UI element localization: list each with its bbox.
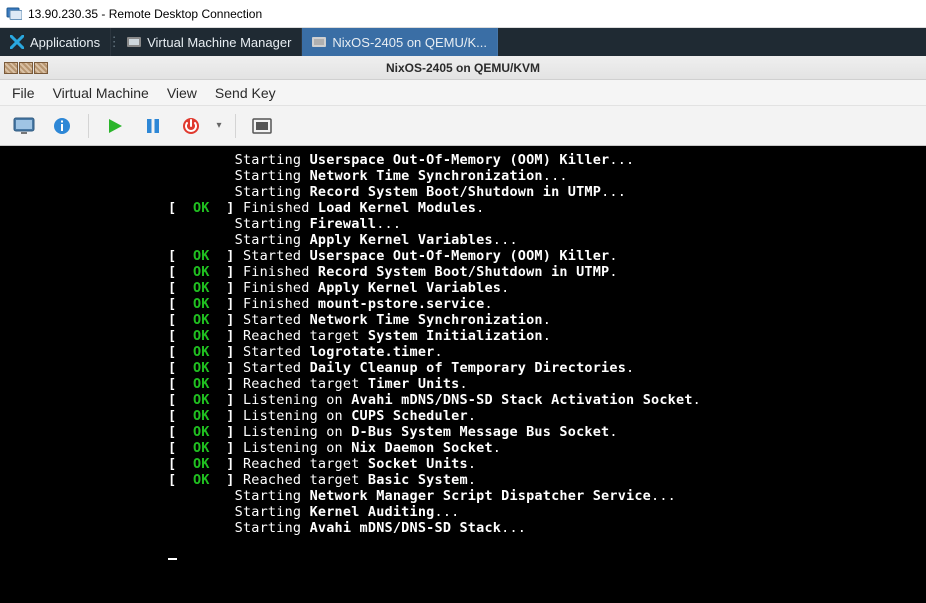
boot-log-line: Starting Firewall... [0, 216, 926, 232]
boot-log-line: Starting Kernel Auditing... [0, 504, 926, 520]
boot-log-line: [ OK ] Listening on Avahi mDNS/DNS-SD St… [0, 392, 926, 408]
xfce-logo-icon [10, 35, 24, 49]
boot-log-line: [ OK ] Listening on D-Bus System Message… [0, 424, 926, 440]
taskbar-item-vm-window-label: NixOS-2405 on QEMU/K... [332, 35, 487, 50]
shutdown-menu-caret[interactable]: ▾ [213, 120, 225, 131]
boot-log-line: [ OK ] Finished Record System Boot/Shutd… [0, 264, 926, 280]
vm-window-icon [312, 36, 326, 48]
boot-log-line: [ OK ] Finished Apply Kernel Variables. [0, 280, 926, 296]
vm-menubar: File Virtual Machine View Send Key [0, 80, 926, 106]
boot-log-line: [ OK ] Finished Load Kernel Modules. [0, 200, 926, 216]
menu-file[interactable]: File [12, 85, 35, 101]
boot-log-line: [ OK ] Reached target System Initializat… [0, 328, 926, 344]
boot-log-line: Starting Record System Boot/Shutdown in … [0, 184, 926, 200]
menu-virtual-machine[interactable]: Virtual Machine [53, 85, 149, 101]
taskbar-item-vm-window[interactable]: NixOS-2405 on QEMU/K... [302, 28, 498, 56]
pause-button[interactable] [137, 112, 169, 140]
console-cursor [168, 558, 177, 560]
boot-log-line: [ OK ] Reached target Timer Units. [0, 376, 926, 392]
menu-send-key[interactable]: Send Key [215, 85, 276, 101]
vm-window-title: NixOS-2405 on QEMU/KVM [0, 61, 926, 75]
shutdown-button[interactable] [175, 112, 207, 140]
boot-log-line: Starting Userspace Out-Of-Memory (OOM) K… [0, 152, 926, 168]
boot-log-line: [ OK ] Started Userspace Out-Of-Memory (… [0, 248, 926, 264]
pause-icon [144, 117, 162, 135]
play-icon [106, 117, 124, 135]
boot-log-line: [ OK ] Listening on CUPS Scheduler. [0, 408, 926, 424]
boot-log-line: [ OK ] Finished mount-pstore.service. [0, 296, 926, 312]
applications-menu-label: Applications [30, 35, 100, 50]
boot-log-line: [ OK ] Reached target Basic System. [0, 472, 926, 488]
toolbar-separator-2 [235, 114, 236, 138]
vmm-icon [127, 36, 141, 48]
power-icon [181, 116, 201, 136]
boot-log-line: [ OK ] Started logrotate.timer. [0, 344, 926, 360]
vm-titlebar-app-icon [4, 62, 48, 74]
boot-log-line: [ OK ] Started Daily Cleanup of Temporar… [0, 360, 926, 376]
monitor-icon [13, 117, 35, 135]
taskbar-item-vmm[interactable]: Virtual Machine Manager [117, 28, 302, 56]
fullscreen-button[interactable] [246, 112, 278, 140]
boot-log-line: [ OK ] Reached target Socket Units. [0, 456, 926, 472]
boot-log-line: Starting Apply Kernel Variables... [0, 232, 926, 248]
vm-console[interactable]: Starting Userspace Out-Of-Memory (OOM) K… [0, 146, 926, 603]
menu-view[interactable]: View [167, 85, 197, 101]
rdp-icon [6, 6, 22, 22]
show-details-button[interactable] [46, 112, 78, 140]
boot-log-line: Starting Network Manager Script Dispatch… [0, 488, 926, 504]
boot-log-line: Starting Network Time Synchronization... [0, 168, 926, 184]
boot-log-line: [ OK ] Listening on Nix Daemon Socket. [0, 440, 926, 456]
vm-toolbar: ▾ [0, 106, 926, 146]
desktop-taskbar: Applications ⋮ Virtual Machine Manager N… [0, 28, 926, 56]
taskbar-item-vmm-label: Virtual Machine Manager [147, 35, 291, 50]
boot-log-line: [ OK ] Started Network Time Synchronizat… [0, 312, 926, 328]
boot-log-line: Starting Avahi mDNS/DNS-SD Stack... [0, 520, 926, 536]
rdp-window-title: 13.90.230.35 - Remote Desktop Connection [28, 7, 262, 21]
fullscreen-icon [252, 118, 272, 134]
toolbar-separator [88, 114, 89, 138]
rdp-window-titlebar: 13.90.230.35 - Remote Desktop Connection [0, 0, 926, 28]
vm-window-titlebar: NixOS-2405 on QEMU/KVM [0, 56, 926, 80]
show-console-button[interactable] [8, 112, 40, 140]
applications-menu-button[interactable]: Applications [0, 28, 111, 56]
info-icon [52, 116, 72, 136]
run-button[interactable] [99, 112, 131, 140]
